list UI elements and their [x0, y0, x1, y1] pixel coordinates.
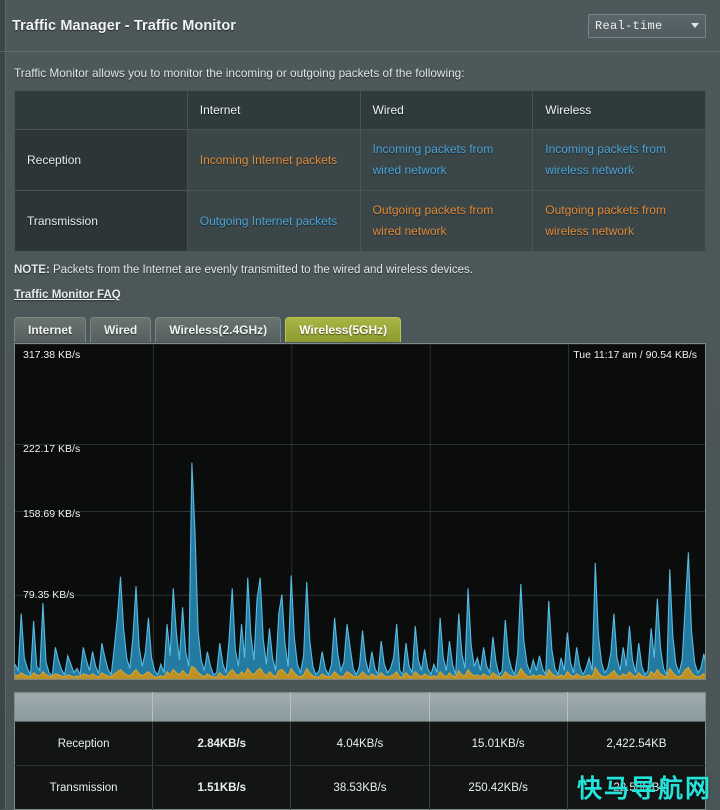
tab-wired[interactable]: Wired — [90, 317, 152, 342]
stats-transmission-total: 22.58MB — [567, 765, 706, 810]
traffic-monitor-page: Traffic Manager - Traffic Monitor Real-t… — [0, 0, 720, 810]
left-rail — [0, 0, 6, 809]
stats-header-cell-1 — [152, 692, 292, 722]
info-header-internet: Internet — [186, 90, 361, 130]
note-text: NOTE: Packets from the Internet are even… — [0, 252, 720, 276]
stats-reception-average: 4.04KB/s — [290, 721, 430, 766]
intro-text: Traffic Monitor allows you to monitor th… — [14, 66, 465, 80]
stats-header-row — [14, 692, 706, 722]
chart-tabs: Internet Wired Wireless(2.4GHz) Wireless… — [0, 303, 720, 342]
stats-row-label-reception: Reception — [14, 721, 154, 766]
table-row: Transmission 1.51KB/s 38.53KB/s 250.42KB… — [14, 765, 706, 810]
faq-row: Traffic Monitor FAQ — [0, 276, 720, 303]
stats-transmission-current: 1.51KB/s — [152, 765, 292, 810]
info-table-header-row: Internet Wired Wireless — [14, 90, 706, 130]
stats-reception-maximum: 15.01KB/s — [429, 721, 568, 766]
info-cell-reception-internet[interactable]: Incoming Internet packets — [186, 129, 361, 191]
tab-internet[interactable]: Internet — [14, 317, 87, 342]
info-cell-reception-wireless[interactable]: Incoming packets from wireless network — [532, 129, 706, 191]
page-title: Traffic Manager - Traffic Monitor — [12, 17, 237, 34]
table-row: Reception Incoming Internet packets Inco… — [14, 129, 706, 191]
stats-header-cell-2 — [290, 692, 430, 722]
chevron-down-icon — [691, 23, 699, 28]
info-row-label-reception: Reception — [14, 129, 188, 191]
info-header-corner — [14, 90, 188, 130]
time-range-dropdown[interactable]: Real-time — [588, 13, 706, 38]
stats-table-wrap: Reception 2.84KB/s 4.04KB/s 15.01KB/s 2,… — [0, 680, 720, 810]
info-header-wireless: Wireless — [532, 90, 706, 130]
stats-table: Reception 2.84KB/s 4.04KB/s 15.01KB/s 2,… — [14, 692, 706, 810]
info-cell-reception-wired[interactable]: Incoming packets from wired network — [359, 129, 534, 191]
note-body: Packets from the Internet are evenly tra… — [49, 264, 473, 276]
page-header: Traffic Manager - Traffic Monitor Real-t… — [0, 0, 720, 52]
traffic-chart-svg — [15, 344, 705, 679]
stats-header-cell-3 — [429, 692, 568, 722]
stats-header-cell-4 — [567, 692, 706, 722]
stats-reception-total: 2,422.54KB — [567, 721, 706, 766]
tab-wireless-5[interactable]: Wireless(5GHz) — [285, 317, 402, 342]
info-cell-transmission-wireless[interactable]: Outgoing packets from wireless network — [532, 190, 706, 252]
stats-transmission-maximum: 250.42KB/s — [429, 765, 568, 810]
stats-header-cell-0 — [14, 692, 154, 722]
stats-transmission-average: 38.53KB/s — [290, 765, 430, 810]
stats-row-label-transmission: Transmission — [14, 765, 154, 810]
info-cell-transmission-wired[interactable]: Outgoing packets from wired network — [359, 190, 534, 252]
time-range-value: Real-time — [595, 18, 663, 33]
info-row-label-transmission: Transmission — [14, 190, 188, 252]
info-cell-transmission-internet[interactable]: Outgoing Internet packets — [186, 190, 361, 252]
table-row: Transmission Outgoing Internet packets O… — [14, 190, 706, 252]
stats-reception-current: 2.84KB/s — [152, 721, 292, 766]
table-row: Reception 2.84KB/s 4.04KB/s 15.01KB/s 2,… — [14, 721, 706, 766]
info-table-wrap: Internet Wired Wireless Reception Incomi… — [0, 90, 720, 252]
info-header-wired: Wired — [359, 90, 534, 130]
tab-wireless-24[interactable]: Wireless(2.4GHz) — [155, 317, 282, 342]
note-prefix: NOTE: — [14, 264, 50, 276]
traffic-monitor-faq-link[interactable]: Traffic Monitor FAQ — [14, 289, 121, 301]
info-table: Internet Wired Wireless Reception Incomi… — [14, 90, 706, 252]
traffic-chart[interactable]: 317.38 KB/s 222.17 KB/s 158.69 KB/s 79.3… — [14, 343, 706, 680]
